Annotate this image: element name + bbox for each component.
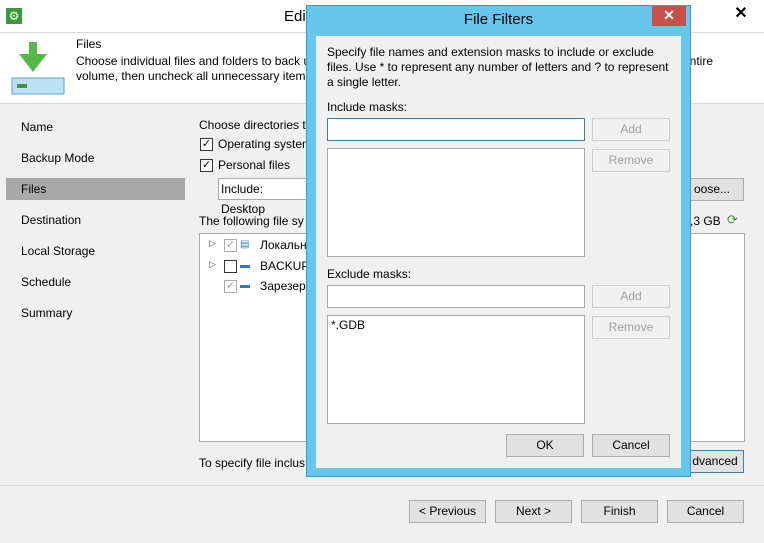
exclude-remove-button[interactable]: Remove	[592, 316, 670, 339]
refresh-icon[interactable]: ⟳	[727, 213, 741, 227]
following-label: The following file sy	[199, 214, 304, 228]
tree-checkbox[interactable]	[224, 260, 237, 273]
include-add-button[interactable]: Add	[592, 118, 670, 141]
include-mask-input[interactable]	[327, 118, 585, 141]
drive-icon: ▤	[240, 239, 250, 250]
nav-item-summary[interactable]: Summary	[6, 302, 185, 324]
drive-icon: ▬	[240, 260, 250, 271]
previous-button[interactable]: < Previous	[409, 500, 486, 523]
os-label: Operating system	[218, 137, 313, 151]
size-label: ,3 GB	[690, 214, 721, 228]
exclude-mask-input[interactable]	[327, 285, 585, 308]
header-description-line2: volume, then uncheck all unnecessary ite…	[76, 69, 312, 83]
nav-item-destination[interactable]: Destination	[6, 209, 185, 231]
tree-checkbox[interactable]: ✓	[224, 280, 237, 293]
ok-button[interactable]: OK	[506, 434, 584, 457]
advanced-button[interactable]: dvanced	[686, 450, 744, 473]
close-icon[interactable]: ✕	[724, 4, 758, 26]
window-title: Edi	[284, 8, 306, 25]
nav-item-name[interactable]: Name	[6, 116, 185, 138]
os-checkbox[interactable]: ✓	[200, 138, 213, 151]
include-field[interactable]: Include: Desktop	[218, 178, 310, 216]
tree-item-label: Зарезерв	[260, 279, 313, 293]
dialog-close-icon[interactable]: ✕	[652, 6, 686, 26]
finish-button[interactable]: Finish	[581, 500, 658, 523]
gear-icon: ⚙	[6, 8, 22, 24]
nav-item-files[interactable]: Files	[6, 178, 185, 200]
exclude-add-button[interactable]: Add	[592, 285, 670, 308]
dialog-description: Specify file names and extension masks t…	[327, 45, 669, 89]
tree-checkbox[interactable]: ✓	[224, 239, 237, 252]
personal-files-label: Personal files	[218, 158, 291, 172]
nav-item-local-storage[interactable]: Local Storage	[6, 240, 185, 262]
exclude-masks-label: Exclude masks:	[327, 267, 412, 281]
nav-item-backup-mode[interactable]: Backup Mode	[6, 147, 185, 169]
next-button[interactable]: Next >	[495, 500, 572, 523]
tree-item-label: BACKUP	[260, 259, 310, 273]
dialog-cancel-button[interactable]: Cancel	[592, 434, 670, 457]
cancel-button[interactable]: Cancel	[667, 500, 744, 523]
dialog-title: File Filters	[463, 11, 534, 28]
download-arrow-icon	[11, 42, 65, 95]
include-masks-label: Include masks:	[327, 100, 408, 114]
include-remove-button[interactable]: Remove	[592, 149, 670, 172]
footer-divider	[0, 485, 764, 486]
expand-icon[interactable]: ▷	[209, 238, 216, 249]
tree-item-label: Локальн	[260, 238, 307, 252]
nav-item-schedule[interactable]: Schedule	[6, 271, 185, 293]
header-description: Choose individual files and folders to b…	[76, 54, 311, 68]
header-title: Files	[76, 37, 102, 51]
specify-label: To specify file inclus	[199, 456, 306, 470]
choose-directories-label: Choose directories to	[199, 118, 313, 132]
drive-icon: ▬	[240, 280, 250, 291]
list-item[interactable]: *.GDB	[331, 318, 581, 332]
include-masks-list[interactable]	[327, 148, 585, 257]
personal-files-checkbox[interactable]: ✓	[200, 159, 213, 172]
exclude-masks-list[interactable]: *.GDB	[327, 315, 585, 424]
expand-icon[interactable]: ▷	[209, 259, 216, 270]
